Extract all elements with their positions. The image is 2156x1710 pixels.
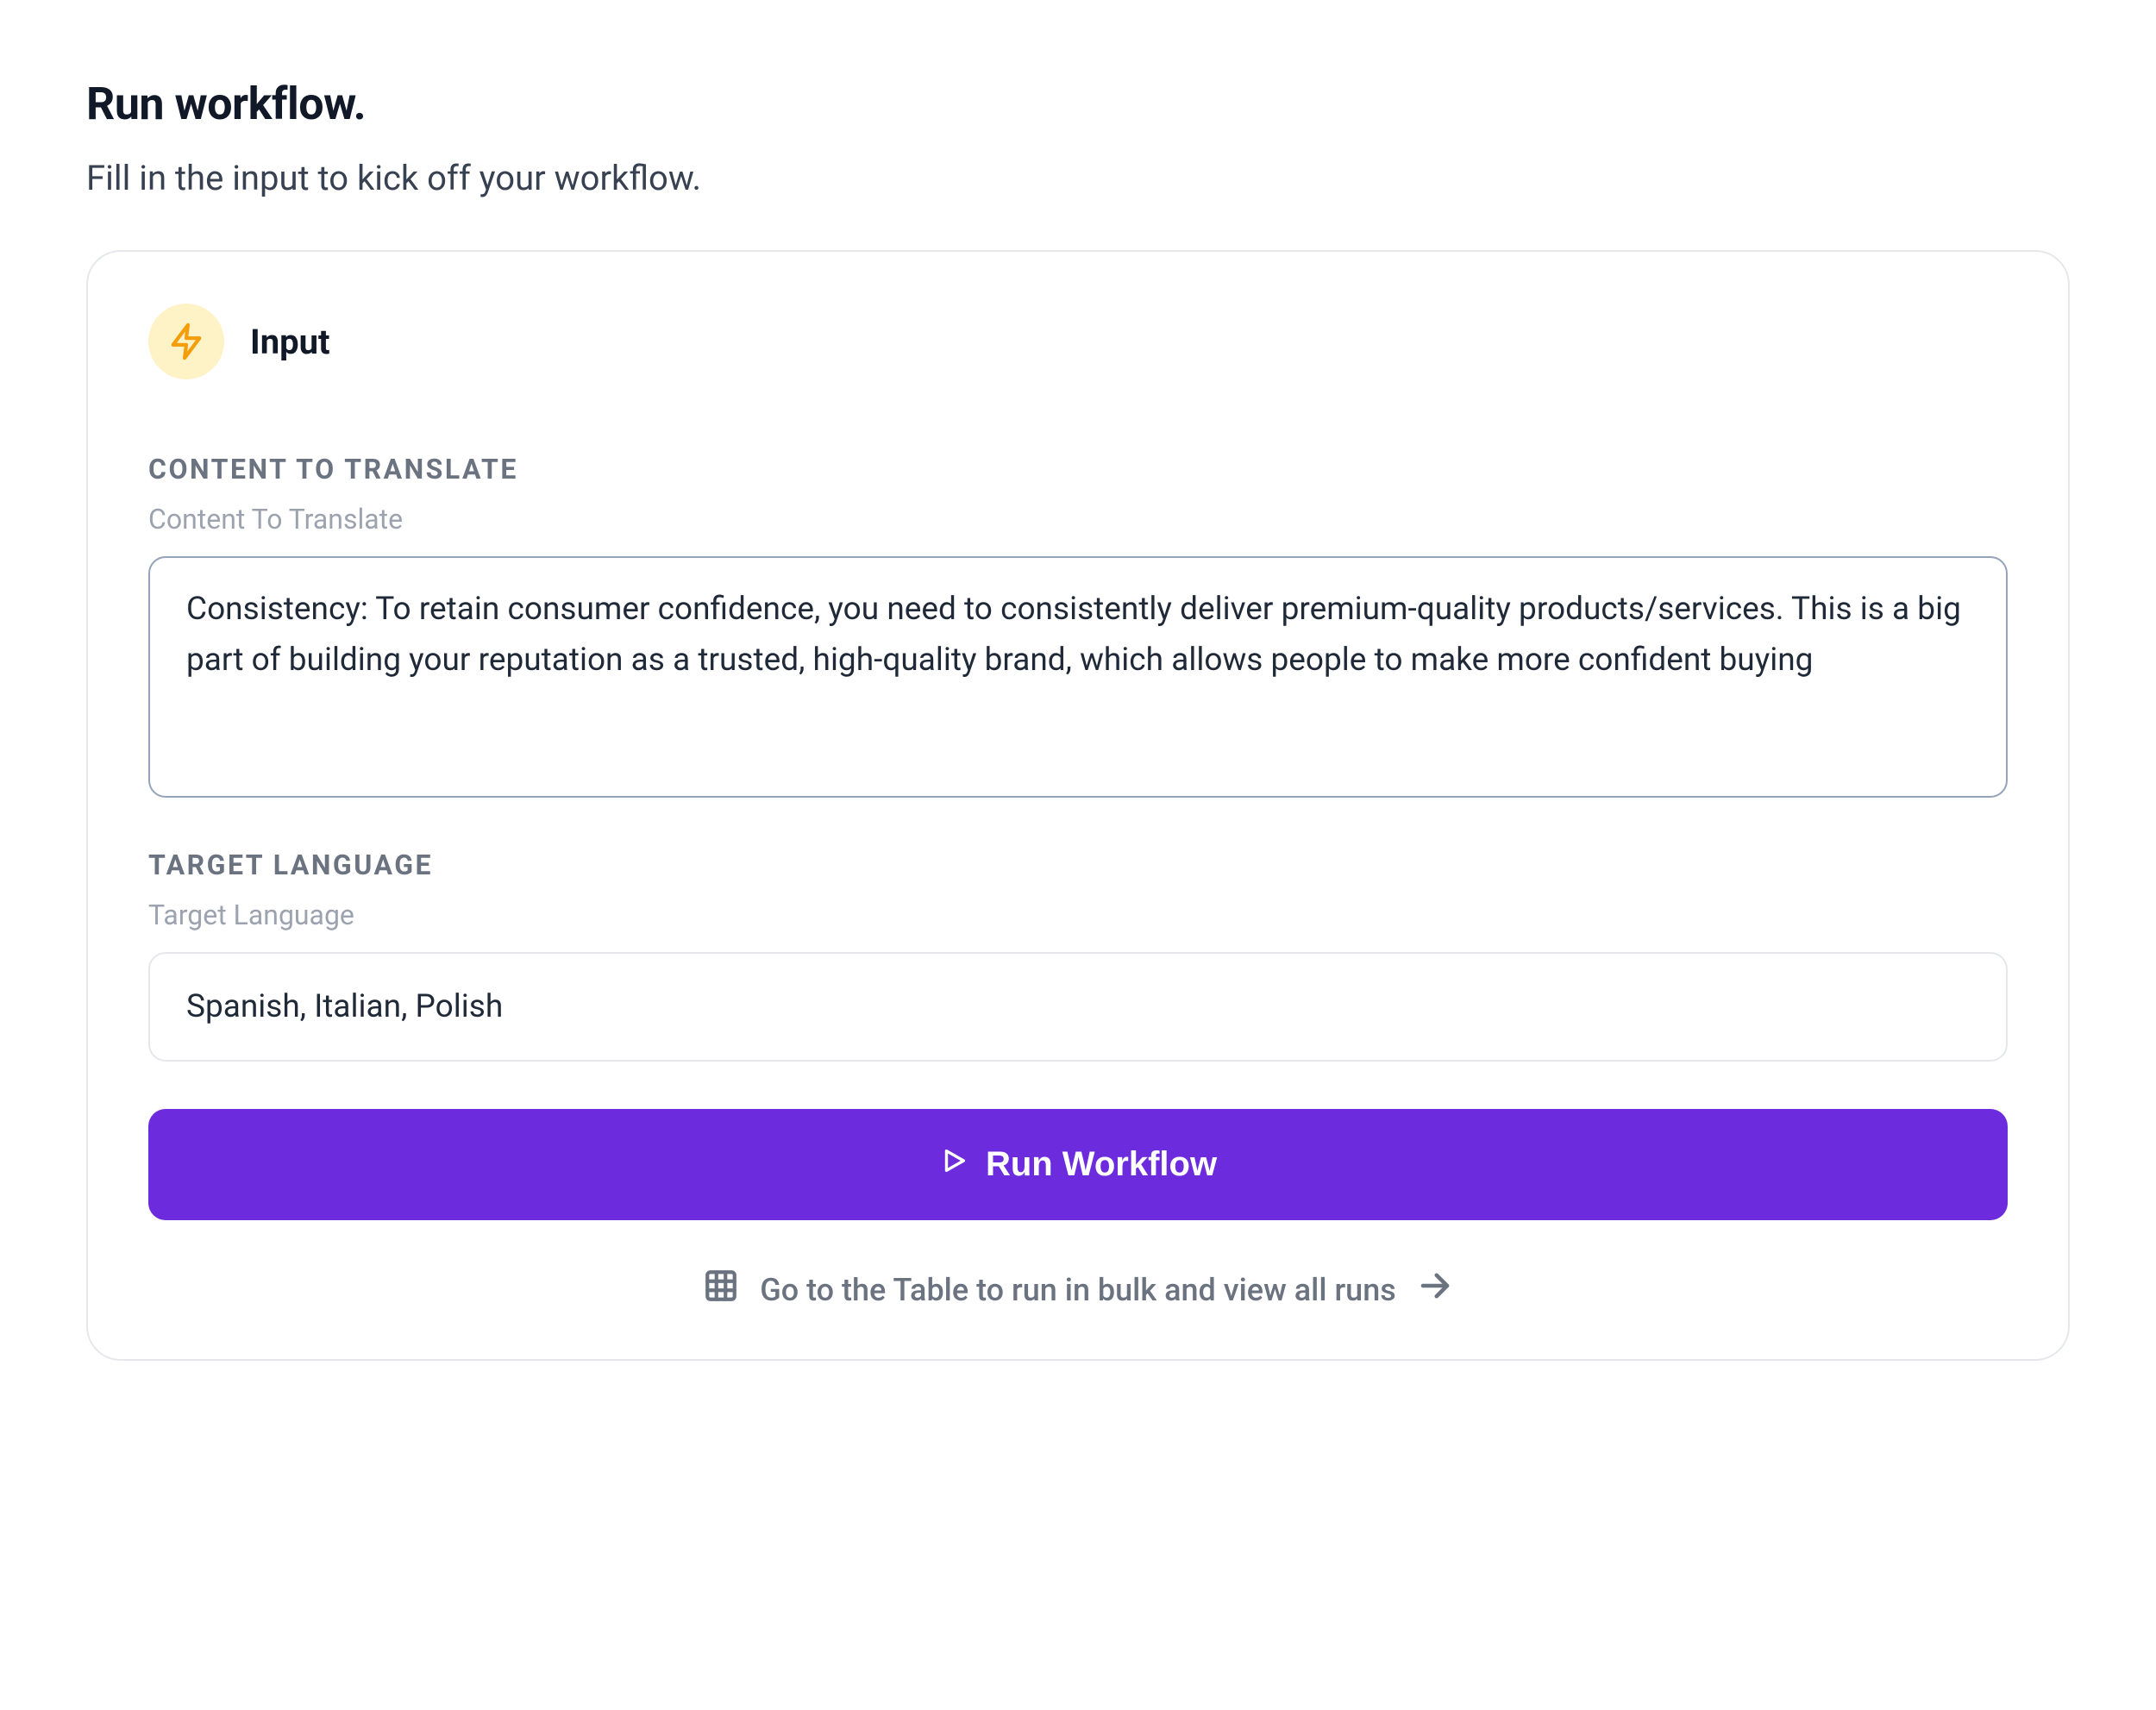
play-icon: [939, 1145, 968, 1184]
page-subtitle: Fill in the input to kick off your workf…: [86, 158, 2070, 198]
input-section-header: Input: [148, 304, 2008, 379]
lightning-icon: [148, 304, 224, 379]
input-section-label: Input: [250, 322, 330, 362]
language-field-header: TARGET LANGUAGE: [148, 849, 2008, 881]
language-field-sublabel: Target Language: [148, 899, 2008, 931]
language-field-group: TARGET LANGUAGE Target Language: [148, 849, 2008, 1062]
page-title: Run workflow.: [86, 78, 2070, 130]
go-to-table-link[interactable]: Go to the Table to run in bulk and view …: [148, 1268, 2008, 1312]
workflow-card: Input CONTENT TO TRANSLATE Content To Tr…: [86, 250, 2070, 1361]
content-to-translate-input[interactable]: [148, 556, 2008, 798]
content-field-group: CONTENT TO TRANSLATE Content To Translat…: [148, 453, 2008, 801]
run-workflow-button-label: Run Workflow: [986, 1145, 1217, 1184]
content-field-header: CONTENT TO TRANSLATE: [148, 453, 2008, 485]
run-workflow-button[interactable]: Run Workflow: [148, 1109, 2008, 1220]
target-language-input[interactable]: [148, 952, 2008, 1062]
content-field-sublabel: Content To Translate: [148, 503, 2008, 536]
table-icon: [703, 1268, 739, 1312]
go-to-table-link-label: Go to the Table to run in bulk and view …: [760, 1272, 1396, 1308]
arrow-right-icon: [1417, 1268, 1453, 1312]
